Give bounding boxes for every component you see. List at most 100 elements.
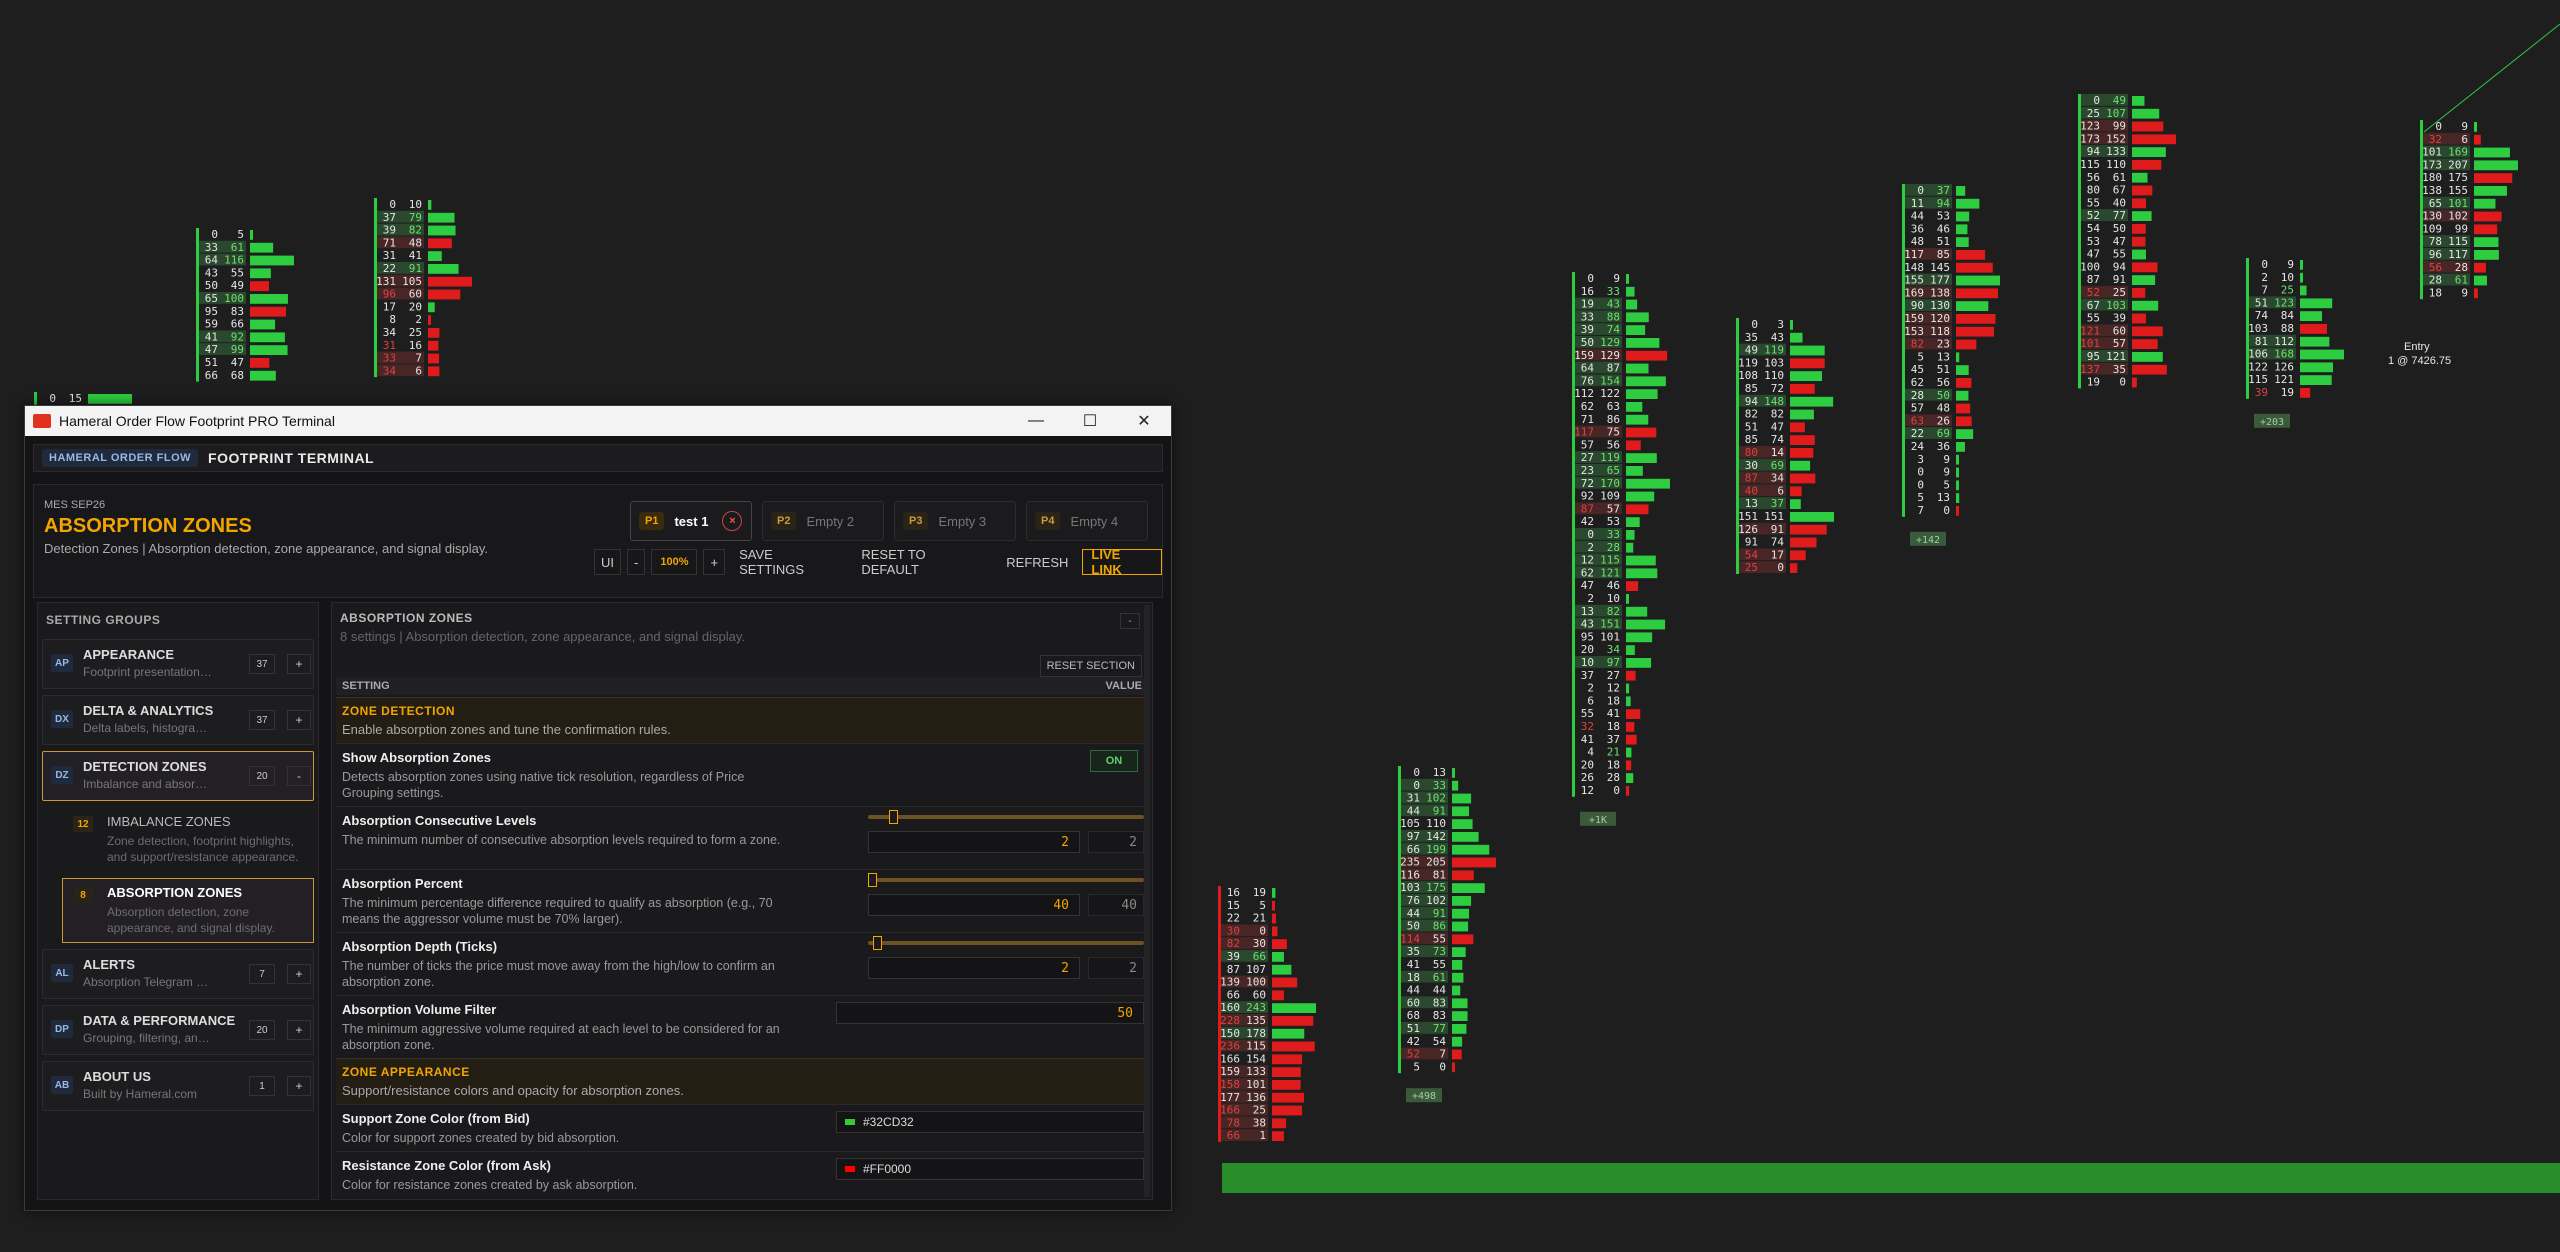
absorption-percent-input[interactable]: 40: [868, 894, 1080, 916]
bid-volume-label: 44: [1407, 804, 1421, 817]
expand-button[interactable]: +: [287, 654, 311, 674]
section-desc: Enable absorption zones and tune the con…: [342, 722, 671, 737]
group-name: APPEARANCE: [83, 647, 175, 662]
ask-volume-label: 60: [409, 288, 422, 301]
sidebar-item-appearance[interactable]: AP APPEARANCE Footprint presentation, ..…: [42, 639, 314, 689]
bid-volume-label: 31: [383, 249, 396, 262]
volume-bar: [1626, 402, 1643, 412]
bid-volume-label: 65: [2429, 197, 2442, 210]
sidebar-item-alerts[interactable]: AL ALERTS Absorption Telegram de... 7 +: [42, 949, 314, 999]
ask-volume-label: 74: [1771, 536, 1785, 549]
support-color-picker[interactable]: #32CD32: [836, 1111, 1144, 1133]
minimize-button[interactable]: —: [1009, 406, 1063, 436]
ask-volume-label: 103: [2106, 299, 2126, 312]
volume-bar: [2474, 262, 2486, 273]
volume-bar: [2132, 300, 2159, 311]
scrollbar[interactable]: [1144, 605, 1150, 1197]
sidebar-item-delta-analytics[interactable]: DX DELTA & ANALYTICS Delta labels, histo…: [42, 695, 314, 745]
volume-bar: [1626, 709, 1641, 719]
ask-volume-label: 0: [1777, 561, 1784, 574]
zoom-in-button[interactable]: +: [703, 549, 726, 575]
bid-volume-label: 173: [2080, 132, 2100, 145]
absorption-depth-slider[interactable]: [868, 936, 1144, 950]
volume-bar: [1956, 275, 2000, 286]
volume-bar: [2300, 388, 2311, 398]
preset-4[interactable]: P4 Empty 4: [1026, 501, 1148, 541]
ask-volume-label: 13: [1433, 766, 1446, 779]
volume-bar: [250, 319, 276, 330]
bid-volume-label: 39: [383, 224, 396, 237]
ask-volume-label: 112: [2274, 335, 2294, 348]
consecutive-levels-input[interactable]: 2: [868, 831, 1080, 853]
ask-volume-label: 9: [1613, 272, 1620, 285]
title-bar[interactable]: Hameral Order Flow Footprint PRO Termina…: [25, 406, 1171, 436]
preset-2[interactable]: P2 Empty 2: [762, 501, 884, 541]
setting-groups-sidebar: SETTING GROUPS AP APPEARANCE Footprint p…: [37, 602, 319, 1200]
ask-volume-label: 81: [1433, 868, 1446, 881]
volume-bar: [2474, 134, 2481, 145]
volume-bar: [1452, 857, 1496, 868]
bid-volume-label: 43: [1581, 618, 1594, 631]
bid-volume-label: 101: [2080, 337, 2100, 350]
reset-section-button[interactable]: RESET SECTION: [1039, 655, 1142, 677]
ask-volume-label: 51: [1937, 235, 1950, 248]
bid-volume-label: 34: [383, 326, 397, 339]
ask-volume-label: 49: [231, 279, 244, 292]
volume-bar: [1452, 844, 1490, 855]
expand-button[interactable]: +: [287, 964, 311, 984]
ask-volume-label: 168: [2274, 348, 2294, 361]
color-swatch: [845, 1119, 855, 1125]
preset-3[interactable]: P3 Empty 3: [894, 501, 1016, 541]
sidebar-subitem-absorption-zones[interactable]: 8 ABSORPTION ZONES Absorption detection,…: [62, 878, 314, 943]
bid-volume-label: 115: [2248, 373, 2268, 386]
volume-bar: [1626, 414, 1649, 425]
volume-filter-input[interactable]: 50: [836, 1002, 1144, 1024]
live-link-button[interactable]: LIVE LINK: [1082, 547, 1162, 577]
bid-volume-label: 180: [2422, 171, 2442, 184]
sidebar-item-about-us[interactable]: AB ABOUT US Built by Hameral.com 1 +: [42, 1061, 314, 1111]
bid-volume-label: 87: [1745, 472, 1758, 485]
save-settings-button[interactable]: SAVE SETTINGS: [731, 547, 847, 577]
collapse-button[interactable]: -: [287, 766, 311, 786]
close-button[interactable]: ✕: [1117, 406, 1171, 436]
slider-handle[interactable]: [873, 936, 883, 950]
sidebar-subitem-imbalance-zones[interactable]: 12 IMBALANCE ZONES Zone detection, footp…: [62, 807, 314, 872]
bid-volume-label: 41: [1407, 958, 1420, 971]
show-absorption-toggle[interactable]: ON: [1090, 750, 1138, 772]
slider-handle[interactable]: [889, 810, 899, 824]
resistance-color-picker[interactable]: #FF0000: [836, 1158, 1144, 1180]
volume-bar: [250, 281, 269, 291]
trend-line: [2423, 23, 2560, 133]
sidebar-item-data-performance[interactable]: DP DATA & PERFORMANCE Grouping, filterin…: [42, 1005, 314, 1055]
ask-volume-label: 39: [2113, 312, 2126, 325]
refresh-button[interactable]: REFRESH: [998, 550, 1076, 574]
volume-bar: [2132, 249, 2146, 260]
ask-volume-label: 94: [2113, 260, 2127, 273]
slider-handle[interactable]: [868, 873, 877, 887]
ask-volume-label: 102: [2448, 210, 2468, 223]
collapse-button[interactable]: -: [1120, 613, 1140, 629]
volume-bar: [2300, 285, 2307, 296]
ask-volume-label: 91: [2113, 273, 2126, 286]
volume-bar: [1272, 1041, 1315, 1052]
ask-volume-label: 48: [1937, 402, 1950, 415]
ask-volume-label: 170: [1600, 477, 1620, 490]
absorption-depth-input[interactable]: 2: [868, 957, 1080, 979]
zoom-out-button[interactable]: -: [627, 549, 646, 575]
consecutive-levels-slider[interactable]: [868, 810, 1144, 824]
expand-button[interactable]: +: [287, 710, 311, 730]
sidebar-item-detection-zones[interactable]: DZ DETECTION ZONES Imbalance and absorpt…: [42, 751, 314, 801]
preset-1[interactable]: P1 test 1 ×: [630, 501, 752, 541]
absorption-percent-slider[interactable]: [868, 873, 1144, 887]
reset-default-button[interactable]: RESET TO DEFAULT: [853, 547, 992, 577]
volume-bar: [1272, 1003, 1316, 1013]
bid-volume-label: 27: [1581, 451, 1594, 464]
ask-volume-label: 175: [2448, 171, 2468, 184]
volume-bar: [1790, 396, 1834, 407]
maximize-button[interactable]: ☐: [1063, 406, 1117, 436]
expand-button[interactable]: +: [287, 1020, 311, 1040]
bid-volume-label: 18: [2429, 286, 2442, 299]
preset-close-icon[interactable]: ×: [722, 511, 743, 531]
bid-volume-label: 54: [2087, 222, 2101, 235]
expand-button[interactable]: +: [287, 1076, 311, 1096]
